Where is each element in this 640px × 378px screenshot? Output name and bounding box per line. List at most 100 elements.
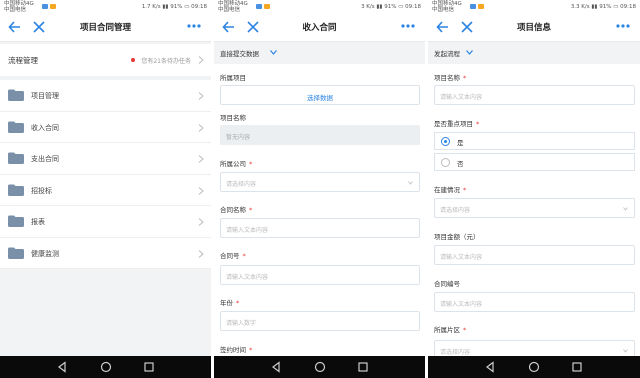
contract-no-input[interactable]: 请输入文本内容 (220, 265, 420, 285)
construction-select[interactable]: 请选择内容 (434, 198, 635, 218)
radio-selected-icon (441, 137, 450, 146)
nav-home-icon[interactable] (100, 361, 112, 373)
nav-back-icon[interactable] (270, 361, 282, 373)
network-speed: 1.7 K/s (141, 4, 161, 10)
signal-icon: ▮▮ (376, 4, 383, 10)
project-name-label: 项目名称 (220, 114, 246, 122)
required-asterisk: * (242, 252, 246, 260)
required-asterisk: * (463, 74, 467, 82)
income-contract-form: 所属项目 选择数据 项目名称 暂无内容 所属公司 * 请选择内容 合同名称 * 请输… (214, 64, 425, 356)
required-asterisk: * (249, 160, 253, 168)
nav-recents-icon[interactable] (143, 361, 155, 373)
back-arrow-icon[interactable] (436, 19, 450, 35)
sign-time-label-text: 签约时间 (220, 346, 246, 354)
folder-icon (8, 89, 24, 101)
battery-level: 91% (384, 4, 397, 10)
close-icon[interactable] (460, 19, 474, 35)
back-arrow-icon[interactable] (8, 19, 22, 35)
project-info-form: 项目名称 * 请输入文本内容 是否重点项目 * 是 否 在建情况 * 请选择内容 项目… (428, 64, 640, 356)
folder-item-income-contract[interactable]: 收入合同 (0, 112, 211, 143)
back-arrow-icon[interactable] (222, 19, 236, 35)
required-asterisk: * (476, 120, 480, 128)
carrier-line-2: 中国电信 (4, 7, 27, 13)
page-title: 项目信息 (516, 23, 551, 33)
app-notification-icon (478, 4, 484, 9)
status-right: 3 K/s ▮▮ 91% ▭ 09:18 (361, 4, 421, 10)
nav-back-icon[interactable] (484, 361, 496, 373)
signal-icon: ▮▮ (591, 4, 598, 10)
chevron-right-icon (198, 186, 204, 195)
carrier-info: 中国移动4G 中国电信 (4, 1, 34, 13)
folder-label: 项目管理 (31, 92, 59, 100)
nav-back-icon[interactable] (56, 361, 68, 373)
screen-project-contract-management: 中国移动4G 中国电信 1.7 K/s ▮▮ 91% ▭ 09:18 项目合同管… (0, 0, 211, 378)
clock: 09:18 (405, 4, 421, 10)
company-placeholder: 请选择内容 (226, 181, 257, 188)
signal-icon: ▮▮ (162, 4, 169, 10)
title-bar: 项目合同管理 (0, 14, 211, 42)
submit-mode-label: 直接提交数据 (220, 50, 259, 58)
screen-income-contract: 中国移动4G 中国电信 3 K/s ▮▮ 91% ▭ 09:18 收入合同 直接… (214, 0, 425, 378)
close-icon[interactable] (246, 19, 260, 35)
caret-down-icon (466, 50, 473, 55)
folder-icon (8, 121, 24, 133)
folder-label: 收入合同 (31, 123, 59, 132)
folder-item-bidding[interactable]: 招投标 (0, 175, 211, 206)
amount-input[interactable]: 请输入文本内容 (434, 245, 635, 265)
more-options-icon[interactable] (185, 17, 203, 35)
nav-home-icon[interactable] (314, 361, 326, 373)
folder-icon (8, 184, 24, 196)
folder-label: 支出合同 (31, 155, 59, 163)
clock: 09:18 (191, 4, 207, 10)
folder-icon (8, 215, 24, 227)
folder-label: 健康监测 (31, 249, 59, 258)
select-data-button[interactable]: 选择数据 (220, 85, 420, 105)
company-select[interactable]: 请选择内容 (220, 172, 420, 192)
carrier-info: 中国移动4G 中国电信 (218, 1, 248, 13)
battery-level: 91% (170, 4, 183, 10)
folder-item-expense-contract[interactable]: 支出合同 (0, 143, 211, 175)
key-project-option-no[interactable]: 否 (434, 153, 635, 171)
pending-dot-icon (131, 58, 135, 62)
folder-label: 招投标 (31, 186, 52, 195)
notification-icon (42, 4, 48, 9)
construction-placeholder: 请选择内容 (440, 207, 471, 214)
carrier-line-2: 中国电信 (432, 7, 455, 13)
chevron-down-icon (623, 349, 628, 353)
contract-name-input[interactable]: 请输入文本内容 (220, 218, 420, 238)
contract-no-label-text: 合同号 (220, 252, 240, 260)
battery-icon: ▭ (613, 4, 619, 10)
nav-recents-icon[interactable] (357, 361, 369, 373)
android-nav-bar (0, 356, 211, 378)
chevron-right-icon (198, 218, 204, 226)
company-label: 所属公司 * (220, 158, 252, 168)
notification-icon (470, 4, 476, 9)
more-options-icon[interactable] (399, 17, 417, 35)
page-title: 收入合同 (302, 23, 337, 33)
chevron-right-icon (198, 249, 204, 258)
app-notification-icon (50, 4, 56, 9)
radio-unselected-icon (441, 158, 450, 167)
option-label: 是 (457, 139, 464, 147)
nav-recents-icon[interactable] (571, 361, 583, 373)
chevron-right-icon (198, 56, 204, 64)
folder-item-health-monitoring[interactable]: 健康监测 (0, 238, 211, 269)
contract-name-label-text: 合同名称 (220, 206, 246, 214)
key-project-option-yes[interactable]: 是 (434, 132, 635, 150)
region-select[interactable]: 请选择内容 (434, 340, 635, 356)
year-input[interactable]: 请输入数字 (220, 311, 420, 331)
folder-item-project-management[interactable]: 项目管理 (0, 80, 211, 112)
more-options-icon[interactable] (614, 17, 632, 35)
flow-management-row[interactable]: 流程管理 您有21条待办任务 (0, 44, 211, 76)
nav-home-icon[interactable] (528, 361, 540, 373)
carrier-info: 中国移动4G 中国电信 (432, 1, 462, 13)
submit-mode-bar[interactable]: 直接提交数据 (214, 42, 425, 64)
chevron-down-icon (623, 207, 628, 211)
start-flow-bar[interactable]: 发起流程 (428, 42, 640, 64)
close-icon[interactable] (32, 19, 46, 35)
company-label-text: 所属公司 (220, 160, 246, 168)
folder-item-reports[interactable]: 报表 (0, 206, 211, 238)
project-name-input[interactable]: 请输入文本内容 (434, 85, 635, 105)
contract-no-input[interactable]: 请输入文本内容 (434, 292, 635, 312)
status-right: 3.3 K/s ▮▮ 91% ▭ 09:18 (571, 4, 636, 10)
